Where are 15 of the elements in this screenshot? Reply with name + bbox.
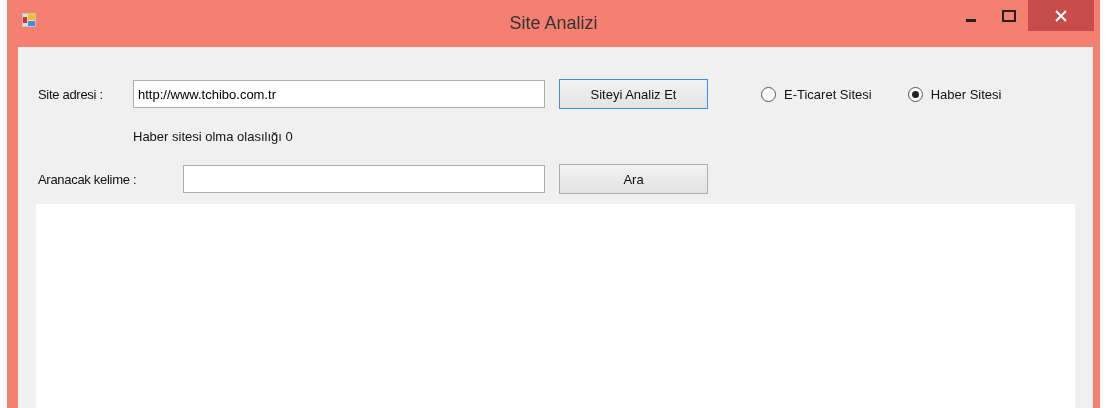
site-address-field[interactable]: http://www.tchibo.com.tr [133,80,545,108]
analyze-button[interactable]: Siteyi Analiz Et [559,79,708,109]
search-button[interactable]: Ara [559,164,708,194]
result-text: Haber sitesi olma olasılığı 0 [133,129,294,144]
app-icon [22,13,36,27]
close-button[interactable] [1028,0,1094,31]
search-field[interactable] [183,165,545,193]
close-icon [1055,9,1067,22]
site-type-radio[interactable]: Haber Sitesi [907,86,1002,102]
maximize-icon [1002,9,1016,22]
minimize-icon [966,19,976,22]
search-label: Aranacak kelime : [38,171,138,187]
site-address-label: Site adresi : [38,86,104,102]
window-title: Site Analizi [509,13,598,34]
site-type-radio[interactable]: E-Ticaret Sitesi [761,86,872,102]
